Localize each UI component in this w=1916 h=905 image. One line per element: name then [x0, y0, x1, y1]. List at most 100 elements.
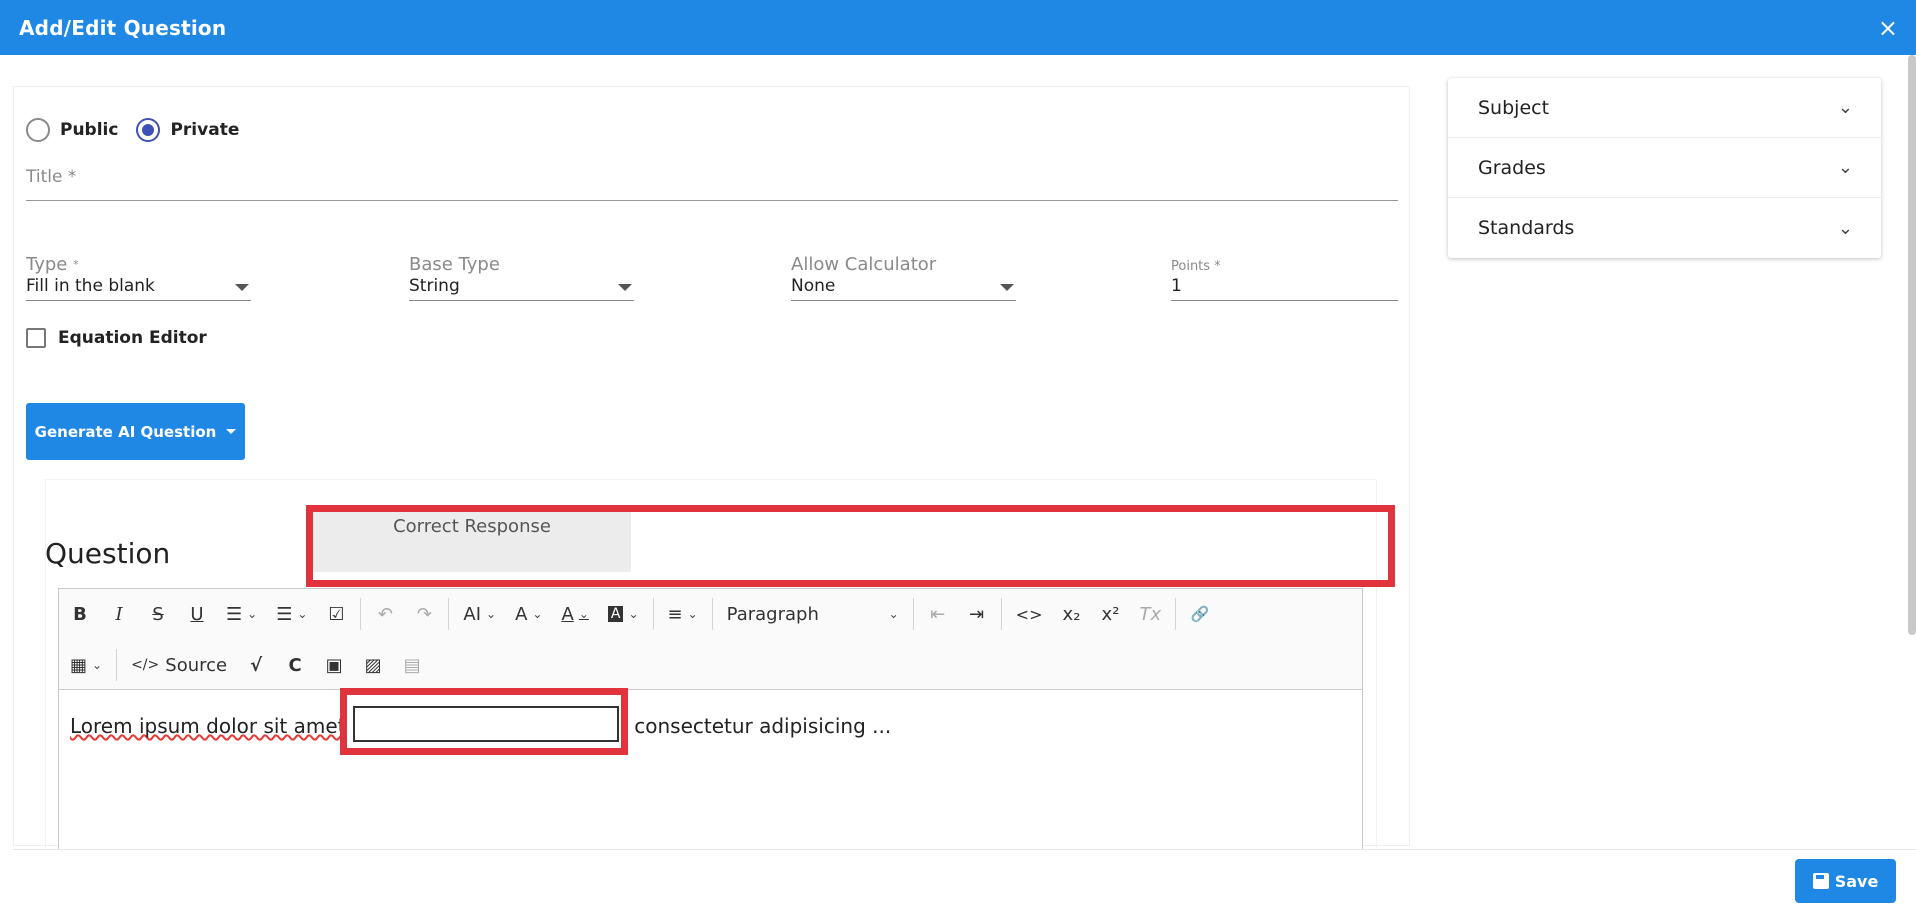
points-input[interactable]: Points * 1 — [1171, 255, 1398, 301]
visibility-radio-group: Public Private — [26, 118, 257, 142]
font-color-icon: A — [561, 603, 574, 625]
editor-toolbar: B I S U ☰ ⌄ ☰ ⌄ ☑ ↶ ↷ AI ⌄ A ⌄ A ⌄ A ⌄ ≡ ⌄ Para… — [59, 589, 1362, 690]
link-icon[interactable]: 🔗 — [1185, 598, 1215, 630]
save-button[interactable]: Save — [1795, 859, 1896, 903]
points-label: Points * — [1171, 259, 1221, 274]
source-button[interactable]: </> Source — [126, 649, 232, 681]
chevron-down-icon: ⌄ — [247, 607, 258, 621]
font-family-icon: A — [515, 603, 528, 625]
font-family-dropdown[interactable]: A ⌄ — [510, 598, 547, 630]
undo-icon[interactable]: ↶ — [370, 598, 400, 630]
math-icon[interactable]: √ — [241, 649, 271, 681]
generate-ai-question-button[interactable]: Generate AI Question — [26, 403, 245, 460]
allow-calculator-value: None — [791, 276, 836, 296]
indent-icon[interactable]: ⇥ — [962, 598, 992, 630]
type-select-label: Type * — [26, 254, 79, 275]
fill-blank-input[interactable] — [353, 706, 619, 742]
font-size-icon: AI — [463, 603, 482, 625]
toolbar-separator — [116, 649, 118, 681]
dialog-header: Add/Edit Question × — [0, 0, 1916, 55]
rich-text-editor: B I S U ☰ ⌄ ☰ ⌄ ☑ ↶ ↷ AI ⌄ A ⌄ A ⌄ A ⌄ ≡ ⌄ Para… — [58, 588, 1363, 868]
allow-calculator-dropdown-icon — [1000, 284, 1014, 291]
chevron-down-icon: ⌄ — [1837, 97, 1853, 118]
font-color-dropdown[interactable]: A ⌄ — [556, 598, 593, 630]
standards-label: Standards — [1478, 217, 1575, 239]
grades-accordion-item[interactable]: Grades ⌄ — [1448, 138, 1881, 198]
code-icon[interactable]: <> — [1011, 598, 1048, 630]
chevron-down-icon: ⌄ — [1837, 157, 1853, 178]
toolbar-row-2: ▦ ⌄ </> Source √ C ▣ ▨ ▤ — [59, 643, 436, 687]
superscript-icon[interactable]: x² — [1095, 598, 1125, 630]
insert-media-icon[interactable]: ▣ — [319, 649, 349, 681]
bulleted-list-icon: ☰ — [226, 603, 243, 625]
font-background-icon: A — [607, 606, 624, 622]
italic-icon[interactable]: I — [104, 598, 134, 630]
close-icon[interactable]: × — [1878, 16, 1898, 40]
chevron-down-icon: ⌄ — [532, 607, 543, 621]
points-value: 1 — [1171, 276, 1182, 296]
chevron-down-icon: ⌄ — [628, 607, 639, 621]
insert-image-icon[interactable]: ▨ — [358, 649, 388, 681]
save-label: Save — [1834, 871, 1879, 891]
bold-icon[interactable]: B — [65, 598, 95, 630]
base-type-dropdown-icon — [618, 284, 632, 291]
save-icon — [1812, 873, 1829, 889]
question-text-after: consectetur adipisicing ... — [634, 714, 892, 738]
chevron-down-icon: ⌄ — [1837, 217, 1853, 239]
title-input[interactable]: Title * — [26, 167, 1398, 201]
public-radio-label[interactable]: Public — [60, 120, 118, 140]
bulleted-list-dropdown[interactable]: ☰ ⌄ — [221, 598, 262, 630]
todo-list-icon[interactable]: ☑ — [321, 598, 351, 630]
subject-accordion-item[interactable]: Subject ⌄ — [1448, 78, 1881, 138]
chemistry-icon[interactable]: C — [280, 649, 310, 681]
numbered-list-dropdown[interactable]: ☰ ⌄ — [271, 598, 312, 630]
toolbar-separator — [711, 598, 713, 630]
dialog-footer — [13, 849, 1916, 905]
type-select[interactable]: Type * Fill in the blank — [26, 255, 251, 301]
toolbar-separator — [360, 598, 362, 630]
toolbar-separator — [1000, 598, 1002, 630]
subscript-icon[interactable]: x₂ — [1056, 598, 1086, 630]
font-size-dropdown[interactable]: AI ⌄ — [458, 598, 501, 630]
remove-format-icon[interactable]: Tx — [1134, 598, 1166, 630]
equation-editor-row: Equation Editor — [26, 328, 207, 348]
toolbar-separator — [448, 598, 450, 630]
equation-editor-checkbox[interactable] — [26, 328, 46, 348]
dialog-title: Add/Edit Question — [19, 15, 227, 40]
type-dropdown-icon — [235, 284, 249, 291]
scrollbar[interactable] — [1908, 55, 1916, 635]
source-label: Source — [165, 654, 228, 676]
chevron-down-icon: ⌄ — [687, 607, 698, 621]
document-icon[interactable]: ▤ — [397, 649, 427, 681]
equation-editor-label[interactable]: Equation Editor — [58, 328, 207, 348]
underline-icon[interactable]: U — [182, 598, 212, 630]
metadata-accordion: Subject ⌄ Grades ⌄ Standards ⌄ — [1448, 78, 1881, 258]
grades-label: Grades — [1478, 156, 1546, 179]
align-dropdown[interactable]: ≡ ⌄ — [663, 598, 703, 630]
toolbar-separator — [652, 598, 654, 630]
paragraph-style-label: Paragraph — [726, 603, 819, 625]
base-type-value: String — [409, 276, 460, 296]
table-dropdown[interactable]: ▦ ⌄ — [65, 649, 107, 681]
public-radio[interactable] — [26, 118, 50, 142]
base-type-select[interactable]: Base Type String — [409, 255, 634, 301]
allow-calculator-select[interactable]: Allow Calculator None — [791, 255, 1016, 301]
private-radio-label[interactable]: Private — [170, 120, 239, 140]
type-select-value: Fill in the blank — [26, 276, 155, 296]
align-icon: ≡ — [667, 603, 683, 625]
private-radio[interactable] — [136, 118, 161, 142]
chevron-down-icon: ⌄ — [297, 607, 308, 621]
table-icon: ▦ — [70, 654, 88, 676]
title-input-label: Title * — [26, 167, 77, 187]
numbered-list-icon: ☰ — [276, 603, 293, 625]
redo-icon[interactable]: ↷ — [409, 598, 439, 630]
standards-accordion-item[interactable]: Standards ⌄ — [1448, 198, 1881, 258]
strikethrough-icon[interactable]: S — [143, 598, 173, 630]
font-background-dropdown[interactable]: A ⌄ — [603, 598, 644, 630]
chevron-down-icon: ⌄ — [486, 607, 497, 621]
chevron-down-icon: ⌄ — [92, 658, 103, 672]
paragraph-style-select[interactable]: Paragraph ⌄ — [722, 598, 904, 630]
toolbar-separator — [1175, 598, 1177, 630]
source-icon: </> — [131, 657, 160, 673]
outdent-icon[interactable]: ⇤ — [923, 598, 953, 630]
